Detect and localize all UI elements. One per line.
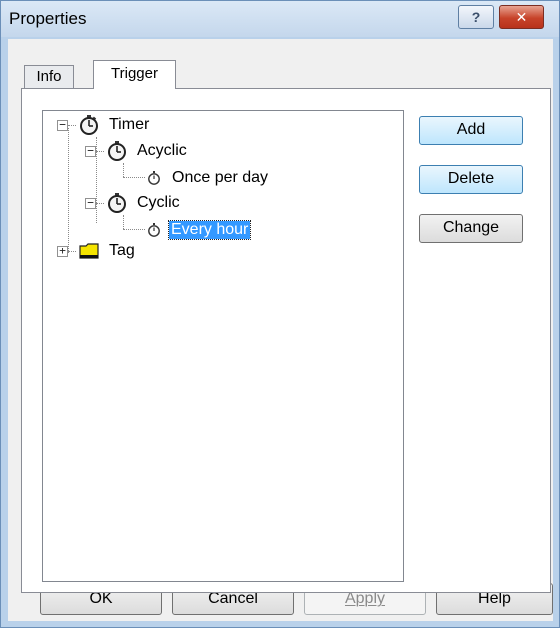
tree-node-label: Once per day (172, 169, 269, 186)
add-button[interactable]: Add (419, 116, 523, 145)
title-bar[interactable]: Properties ? ✕ (1, 1, 559, 37)
tree-line (96, 137, 97, 223)
close-button[interactable]: ✕ (499, 5, 544, 29)
stopwatch-small-icon (148, 171, 160, 185)
tag-expand-toggle[interactable]: + (57, 245, 68, 257)
window-title: Properties (9, 9, 87, 28)
tree-line (123, 215, 124, 229)
tree-node-cyclic[interactable]: Cyclic (107, 192, 182, 214)
tree-node-label: Acyclic (137, 142, 187, 159)
tree-line (68, 128, 69, 253)
tree-node-once-per-day[interactable]: Once per day (147, 167, 270, 189)
tree-node-label-selected: Every hour (167, 220, 252, 240)
trigger-tree[interactable]: − Timer − Acyclic Once per day − Cyclic … (42, 110, 404, 582)
tab-trigger-label: Trigger (111, 65, 158, 82)
close-icon: ✕ (515, 9, 528, 25)
tab-trigger[interactable]: Trigger (93, 60, 176, 89)
acyclic-collapse-toggle[interactable]: − (85, 145, 96, 157)
tab-info-label: Info (36, 68, 62, 85)
stopwatch-small-icon (148, 223, 160, 237)
delete-button-label: Delete (447, 170, 495, 187)
tree-line (68, 251, 76, 252)
stopwatch-icon (108, 193, 126, 213)
tree-line (123, 229, 145, 230)
tree-line (123, 177, 145, 178)
change-button-label: Change (442, 219, 500, 236)
tree-line (96, 203, 104, 204)
dialog-body: Info Trigger − Timer − Acyclic Once per … (8, 39, 553, 621)
tree-line (123, 163, 124, 177)
stopwatch-icon (80, 115, 98, 135)
change-button[interactable]: Change (419, 214, 523, 243)
help-title-button[interactable]: ? (458, 5, 494, 29)
tree-node-timer[interactable]: Timer (79, 114, 151, 136)
tab-info[interactable]: Info (24, 65, 74, 88)
add-button-label: Add (456, 121, 486, 138)
tree-node-tag[interactable]: Tag (79, 240, 137, 262)
tree-line (96, 151, 104, 152)
properties-window: Properties ? ✕ Info Trigger − Timer − Ac… (0, 0, 560, 628)
delete-button[interactable]: Delete (419, 165, 523, 194)
timer-collapse-toggle[interactable]: − (57, 119, 68, 131)
tree-node-label: Timer (109, 116, 150, 133)
tree-node-acyclic[interactable]: Acyclic (107, 140, 189, 162)
folder-tag-icon (79, 243, 99, 259)
tree-node-every-hour[interactable]: Every hour (147, 219, 252, 241)
tree-node-label: Cyclic (137, 194, 180, 211)
tree-line (68, 125, 76, 126)
tree-node-label: Tag (109, 242, 135, 259)
cyclic-collapse-toggle[interactable]: − (85, 197, 96, 209)
stopwatch-icon (108, 141, 126, 161)
question-mark-icon: ? (471, 9, 481, 25)
